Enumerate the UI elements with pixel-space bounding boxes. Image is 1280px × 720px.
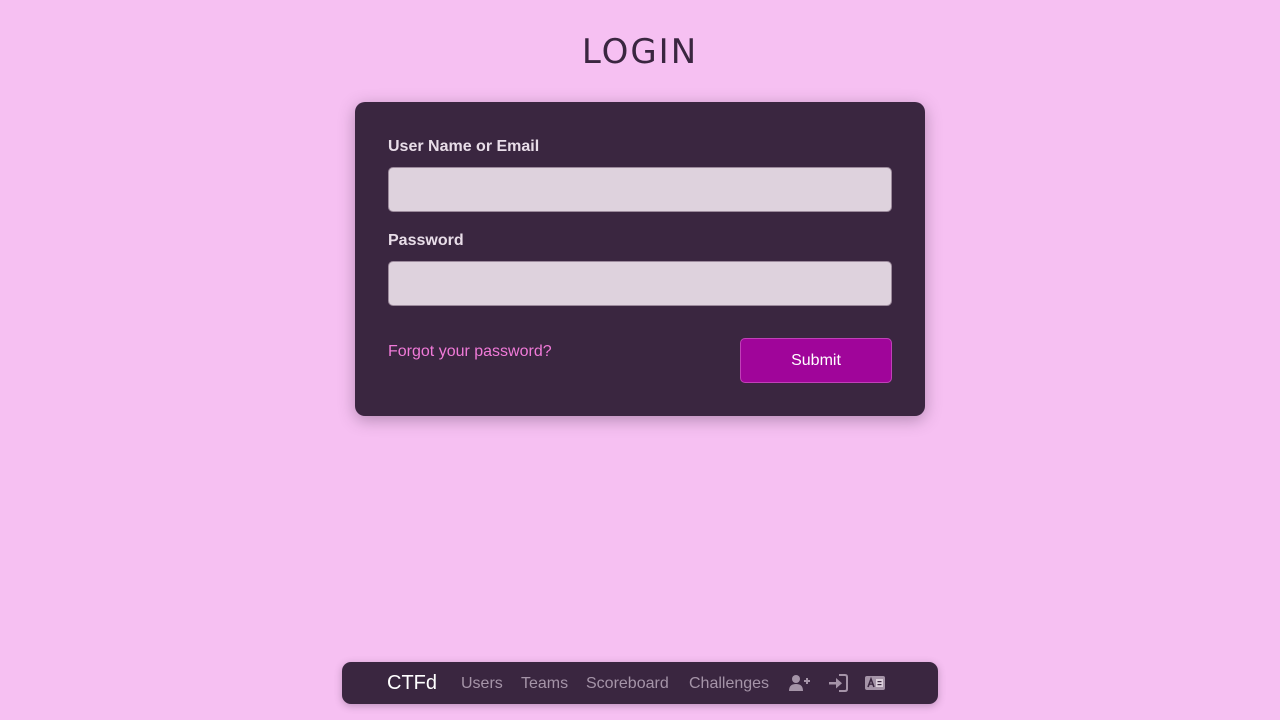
page-title: LOGIN [581,32,699,72]
page: LOGIN User Name or Email Password Forgot… [0,0,1280,720]
login-card: User Name or Email Password Forgot your … [355,102,925,416]
username-label: User Name or Email [388,138,540,155]
password-label: Password [388,232,464,249]
password-input[interactable] [388,261,892,306]
nav-users[interactable]: Users [461,674,503,694]
language-icon[interactable] [864,673,886,693]
brand-logo[interactable]: CTFd [387,671,437,695]
nav-challenges[interactable]: Challenges [689,674,769,694]
nav-teams[interactable]: Teams [521,674,568,694]
forgot-password-link[interactable]: Forgot your password? [388,343,552,361]
register-icon[interactable] [788,673,810,693]
bottom-navbar: CTFd Users Teams Scoreboard Challenges [342,662,938,704]
nav-scoreboard[interactable]: Scoreboard [586,674,669,694]
submit-button[interactable]: Submit [740,338,892,383]
username-input[interactable] [388,167,892,212]
login-icon[interactable] [827,673,849,693]
